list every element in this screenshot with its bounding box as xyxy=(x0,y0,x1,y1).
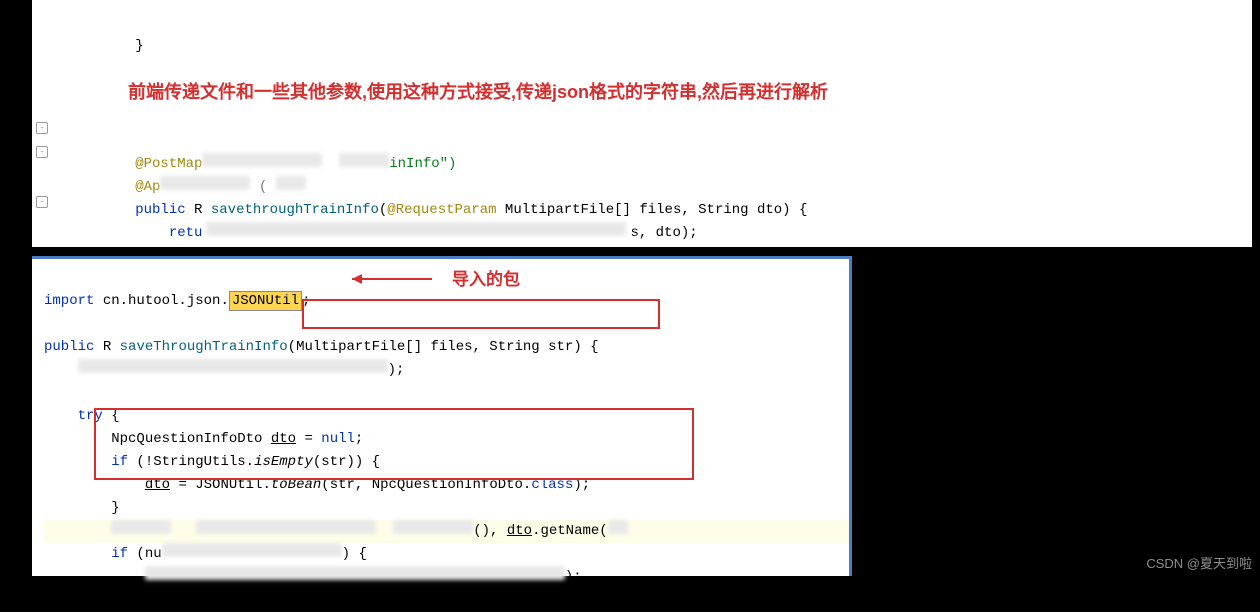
red-box-params xyxy=(302,299,660,329)
line: public R saveThroughTrainInfo(MultipartF… xyxy=(44,339,599,355)
line: @PostMap inInfo") xyxy=(68,156,456,172)
line: if (nu) { xyxy=(44,546,367,562)
arrow-icon xyxy=(342,269,442,289)
line: import cn.hutool.json.JSONUtil; xyxy=(44,291,310,311)
line: retus, dto); xyxy=(68,225,698,241)
line: @Ap ( xyxy=(68,179,306,195)
line: ); xyxy=(44,569,582,585)
watermark: CSDN @夏天到啦 xyxy=(1146,553,1252,572)
line: } xyxy=(68,38,144,54)
line: (), dto.getName( xyxy=(44,520,849,543)
line: public R savethroughTrainInfo(@RequestPa… xyxy=(68,202,807,218)
import-class-highlight: JSONUtil xyxy=(229,291,302,311)
line: ); xyxy=(44,362,404,378)
line: } xyxy=(44,500,120,516)
code-panel-bottom: import cn.hutool.json.JSONUtil; public R… xyxy=(32,256,852,576)
annotation-comment: 前端传递文件和一些其他参数,使用这种方式接受,传递json格式的字符串,然后再进… xyxy=(128,82,828,102)
red-box-parse xyxy=(94,408,694,480)
code-panel-top: - - - } 前端传递文件和一些其他参数,使用这种方式接受,传递json格式的… xyxy=(32,0,1252,247)
code-content-top[interactable]: } 前端传递文件和一些其他参数,使用这种方式接受,传递json格式的字符串,然后… xyxy=(32,8,1252,291)
import-label: 导入的包 xyxy=(452,265,520,290)
